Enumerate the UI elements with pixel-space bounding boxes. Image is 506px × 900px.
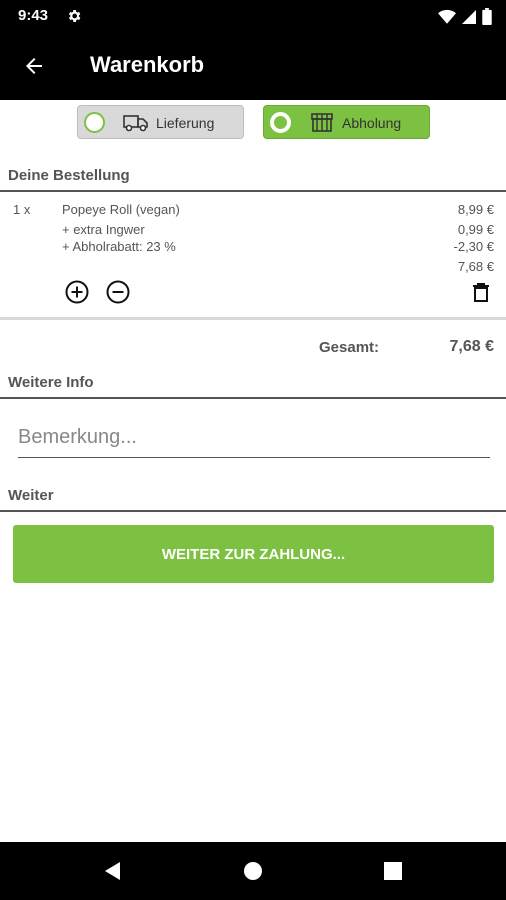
status-time: 9:43: [18, 7, 49, 24]
item-discount: + Abholrabatt: 23 %: [62, 239, 176, 254]
order-divider: [0, 190, 506, 192]
total-divider: [0, 317, 506, 320]
store-icon: [311, 113, 333, 132]
item-quantity: 1 x: [13, 202, 31, 217]
delivery-truck-icon: [123, 115, 148, 132]
item-subtotal: 7,68 €: [457, 259, 494, 274]
battery-icon: [482, 8, 492, 25]
increase-quantity-button[interactable]: [65, 280, 89, 304]
wifi-icon: [438, 9, 456, 24]
cell-signal-icon: [462, 9, 476, 24]
decrease-quantity-button[interactable]: [106, 280, 130, 304]
app-bar: Warenkorb: [0, 32, 506, 100]
pickup-option-label: Abholung: [342, 115, 402, 131]
delivery-option-label: Lieferung: [156, 115, 215, 131]
settings-gear-icon: [68, 10, 81, 22]
item-name: Popeye Roll (vegan): [62, 202, 180, 217]
page-title: Warenkorb: [90, 52, 205, 77]
total-label: Gesamt:: [319, 339, 380, 356]
delivery-option[interactable]: Lieferung: [77, 105, 244, 139]
order-section-title: Deine Bestellung: [8, 167, 130, 184]
delete-item-button[interactable]: [469, 280, 493, 304]
status-bar: 9:43: [0, 0, 506, 32]
arrow-left-icon: [26, 58, 42, 74]
info-divider: [0, 397, 506, 399]
radio-unselected: [84, 112, 105, 133]
pickup-option[interactable]: Abholung: [263, 105, 430, 139]
item-discount-price: -2,30 €: [453, 239, 494, 254]
system-nav-bar: [0, 842, 506, 900]
proceed-to-payment-button[interactable]: WEITER ZUR ZAHLUNG...: [13, 525, 494, 583]
item-extra: + extra Ingwer: [62, 222, 145, 237]
total-value: 7,68 €: [449, 338, 494, 355]
back-button[interactable]: [16, 48, 52, 84]
nav-home-icon[interactable]: [241, 859, 265, 883]
item-extra-price: 0,99 €: [457, 222, 494, 237]
info-section-title: Weitere Info: [8, 374, 94, 391]
item-price: 8,99 €: [457, 202, 494, 217]
fulfillment-toggle: Lieferung Abholung: [0, 105, 506, 139]
radio-selected: [270, 112, 291, 133]
next-divider: [0, 510, 506, 512]
next-section-title: Weiter: [8, 487, 54, 504]
remark-input[interactable]: [18, 422, 490, 458]
nav-recents-icon[interactable]: [381, 859, 405, 883]
status-indicators: [438, 8, 492, 25]
nav-back-icon[interactable]: [101, 859, 125, 883]
